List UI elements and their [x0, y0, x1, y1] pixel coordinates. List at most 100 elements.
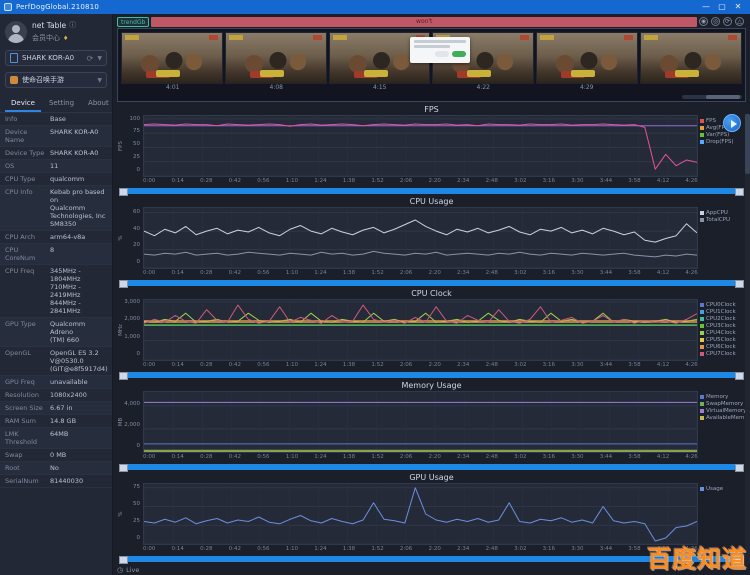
chart-canvas — [144, 392, 697, 452]
x-tick-label: 0:56 — [257, 454, 269, 463]
x-tick-label: 3:30 — [571, 270, 583, 279]
chart-title: CPU Clock — [117, 288, 746, 299]
legend-label: AppCPU — [706, 210, 728, 216]
export-icon[interactable]: △ — [735, 17, 744, 26]
x-tick-label: 1:10 — [286, 270, 298, 279]
screenshot-thumbnail[interactable] — [121, 32, 223, 84]
popup-ok-button[interactable] — [452, 51, 466, 57]
chart-scrollbar[interactable] — [119, 188, 744, 194]
x-tick-label: 0:28 — [200, 454, 212, 463]
legend-swatch — [700, 409, 704, 413]
legend-swatch — [700, 416, 704, 420]
legend-swatch — [700, 218, 704, 222]
tab-device[interactable]: Device — [5, 96, 41, 112]
x-tick-label: 0:28 — [200, 270, 212, 279]
x-tick-label: 3:16 — [543, 270, 555, 279]
legend-item: TotalCPU — [700, 217, 743, 223]
info-row: GPU TypeQualcomm Adreno (TM) 660 — [0, 318, 112, 347]
legend-swatch — [700, 395, 704, 399]
info-row: CPU Archarm64-v8a — [0, 231, 112, 244]
chart-canvas — [144, 208, 697, 268]
screenshot-thumbnail[interactable] — [536, 32, 638, 84]
legend-swatch — [700, 317, 704, 321]
membership-label[interactable]: 会员中心 ♦ — [32, 33, 76, 43]
info-value: 81440030 — [50, 477, 112, 485]
info-value: 64MB — [50, 430, 112, 446]
minimize-button[interactable]: — — [698, 1, 714, 13]
info-badge-icon: ⓘ — [69, 20, 76, 30]
x-tick-label: 4:12 — [657, 270, 669, 279]
thumb-tag — [209, 35, 218, 40]
chart-plot: Usage — [143, 483, 698, 545]
legend-swatch — [700, 331, 704, 335]
maximize-button[interactable]: ▢ — [714, 1, 730, 13]
play-button[interactable] — [723, 114, 741, 132]
x-tick-label: 3:02 — [514, 362, 526, 371]
x-tick-label: 3:02 — [514, 270, 526, 279]
x-tick-label: 1:52 — [371, 546, 383, 555]
device-select[interactable]: SHARK KOR-A0 ⟳ ▼ — [5, 50, 107, 66]
app-select[interactable]: 使命召唤手游 ▼ — [5, 72, 107, 88]
trend-tag-button[interactable]: trendGb — [117, 17, 149, 27]
tab-setting[interactable]: Setting — [43, 96, 80, 112]
thumb-scene — [467, 70, 491, 77]
legend-label: CPU1Clock — [706, 309, 736, 315]
x-tick-label: 0:00 — [143, 454, 155, 463]
screenshot-scrollbar[interactable] — [682, 95, 742, 99]
info-label: OS — [0, 162, 50, 170]
x-tick-label: 4:12 — [657, 178, 669, 187]
chart-legend: AppCPUTotalCPU — [697, 210, 743, 223]
thumb-tag — [125, 35, 139, 40]
x-tick-label: 4:26 — [685, 178, 697, 187]
x-tick-label: 0:42 — [229, 362, 241, 371]
vertical-scrollbar[interactable] — [745, 114, 750, 565]
screenshot-thumbnail[interactable] — [225, 32, 327, 84]
info-value: 0 MB — [50, 451, 112, 459]
refresh-icon[interactable]: ⟳ — [723, 17, 732, 26]
x-tick-label: 0:00 — [143, 178, 155, 187]
popup-cancel-button[interactable] — [435, 51, 449, 57]
x-tick-label: 2:20 — [428, 178, 440, 187]
x-tick-label: 2:06 — [400, 546, 412, 555]
legend-swatch — [700, 119, 704, 123]
chart-plot: AppCPUTotalCPU — [143, 207, 698, 269]
x-axis-ticks: 0:000:140:280:420:561:101:241:381:522:06… — [143, 546, 698, 555]
x-tick-label: 3:58 — [628, 178, 640, 187]
x-axis-ticks: 0:000:140:280:420:561:101:241:381:522:06… — [143, 454, 698, 463]
x-tick-label: 0:14 — [172, 546, 184, 555]
window-title: PerfDogGlobal.210810 — [16, 3, 99, 11]
tab-about[interactable]: About — [82, 96, 115, 112]
x-tick-label: 3:30 — [571, 362, 583, 371]
refresh-device-icon[interactable]: ⟳ — [87, 54, 94, 63]
x-tick-label: 3:58 — [628, 546, 640, 555]
marker-icon[interactable]: ◉ — [699, 17, 708, 26]
x-tick-label: 0:00 — [143, 546, 155, 555]
membership-text: 会员中心 — [32, 33, 60, 43]
legend-item: Var(FPS) — [700, 132, 743, 138]
chart-scrollbar[interactable] — [119, 372, 744, 378]
x-tick-label: 0:56 — [257, 546, 269, 555]
alert-marker-bar[interactable]: won't — [151, 17, 697, 27]
device-info-table: InfoBaseDevice NameSHARK KOR-A0Device Ty… — [0, 113, 112, 575]
camera-icon[interactable]: ◎ — [711, 17, 720, 26]
close-button[interactable]: ✕ — [730, 1, 746, 13]
x-tick-label: 2:34 — [457, 362, 469, 371]
x-tick-label: 2:34 — [457, 546, 469, 555]
thumb-scene — [364, 70, 388, 77]
legend-item: AppCPU — [700, 210, 743, 216]
chart-body: MHz3,0002,0001,0000CPU0ClockCPU1ClockCPU… — [117, 299, 746, 361]
x-axis-ticks: 0:000:140:280:420:561:101:241:381:522:06… — [143, 362, 698, 371]
screenshot-thumbnail[interactable] — [640, 32, 742, 84]
chart-scrollbar[interactable] — [119, 280, 744, 286]
thumbnail-time: 4:22 — [432, 84, 536, 94]
info-value: qualcomm — [50, 175, 112, 183]
info-row: RAM Sum14.8 GB — [0, 415, 112, 428]
chart-scrollbar[interactable] — [119, 464, 744, 470]
info-label: Device Type — [0, 149, 50, 157]
user-box[interactable]: net Table ⓘ 会员中心 ♦ — [0, 14, 112, 50]
info-row: LMK Threshold64MB — [0, 428, 112, 449]
legend-label: Memory — [706, 394, 728, 400]
x-tick-label: 2:06 — [400, 362, 412, 371]
y-tick-label: 100 — [130, 116, 141, 122]
legend-label: AvailableMem — [706, 415, 744, 421]
